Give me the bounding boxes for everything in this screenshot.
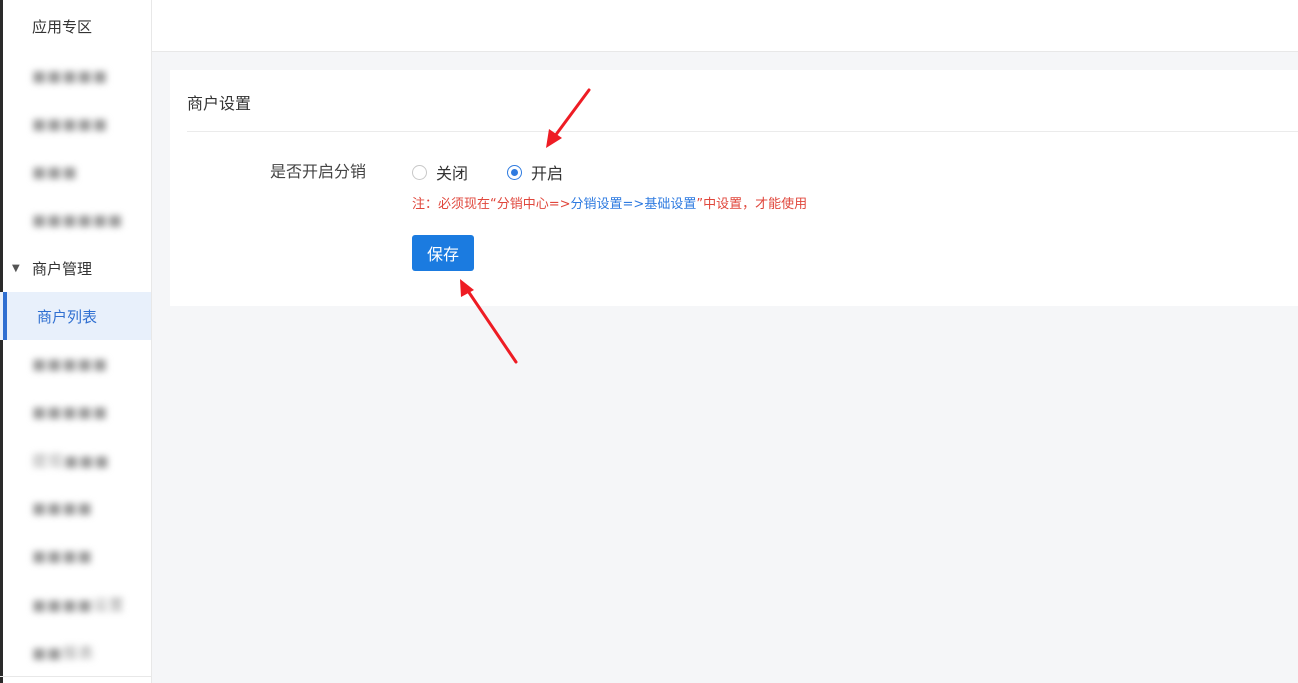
sidebar-item-label: ■■■■ [32,547,93,565]
merchant-settings-panel: 商户设置 是否开启分销 关闭 开启 注：必须现在“分销中心=>分销设置=>基础设… [170,70,1298,306]
sidebar-item-8[interactable]: ■■■■■ [0,388,151,436]
radio-on[interactable]: 开启 [507,160,563,184]
sidebar-item-merchant-list[interactable]: 商户列表 [0,292,151,340]
note-link: 分销设置=>基础设置 [570,197,697,212]
sidebar-item-13[interactable]: ■■报表 [0,628,151,676]
distribution-note: 注：必须现在“分销中心=>分销设置=>基础设置”中设置，才能使用 [412,193,807,212]
sidebar-item-label: ■■■■ [32,499,93,517]
distribution-radio-group: 关闭 开启 [412,160,602,184]
sidebar-item-label: 商户管理 [32,259,93,278]
sidebar-item-label: ■■■■■ [32,67,108,85]
top-bar [152,0,1298,52]
sidebar-item-label: ■■■ [32,163,78,181]
sidebar-item-label: 提现■■■ [32,451,110,470]
sidebar-item-11[interactable]: ■■■■ [0,532,151,580]
radio-label: 开启 [531,164,564,183]
sidebar-item-4[interactable]: ■■■■■■ [0,196,151,244]
distribution-field-label: 是否开启分销 [270,162,367,181]
save-button[interactable]: 保存 [412,235,474,271]
divider [187,131,1298,132]
sidebar-item-label: 商户列表 [37,307,98,326]
radio-circle-icon[interactable] [412,164,427,180]
sidebar-item-label: ■■■■■■ [32,211,124,229]
sidebar-item-7[interactable]: ■■■■■ [0,340,151,388]
radio-off[interactable]: 关闭 [412,160,468,184]
sidebar-item-10[interactable]: ■■■■ [0,484,151,532]
sidebar-menu: ■■■■■ ■■■■■ ■■■ ■■■■■■ ▼ 商户管理 商户列表 ■■■■■… [0,52,151,676]
sidebar: 应用专区 ■■■■■ ■■■■■ ■■■ ■■■■■■ ▼ 商户管理 商户列表 … [0,0,152,683]
sidebar-item-3[interactable]: ■■■ [0,148,151,196]
sidebar-item-2[interactable]: ■■■■■ [0,100,151,148]
sidebar-item-label: ■■■■■ [32,115,108,133]
divider [0,676,152,677]
sidebar-item-merchant-management[interactable]: ▼ 商户管理 [0,244,151,292]
panel-title: 商户设置 [187,94,252,113]
sidebar-item-label: ■■报表 [32,643,95,662]
sidebar-item-label: ■■■■■ [32,403,108,421]
radio-checked-icon[interactable] [507,164,523,180]
note-suffix: ”中设置，才能使用 [696,197,808,212]
sidebar-item-12[interactable]: ■■■■设置 [0,580,151,628]
sidebar-item-9[interactable]: 提现■■■ [0,436,151,484]
sidebar-title: 应用专区 [32,17,93,36]
sidebar-item-label: ■■■■■ [32,355,108,373]
sidebar-item-label: ■■■■设置 [32,595,125,614]
caret-down-icon: ▼ [12,262,20,274]
note-prefix: 注：必须现在“分销中心=> [412,197,571,212]
sidebar-item-1[interactable]: ■■■■■ [0,52,151,100]
radio-label: 关闭 [436,164,469,183]
